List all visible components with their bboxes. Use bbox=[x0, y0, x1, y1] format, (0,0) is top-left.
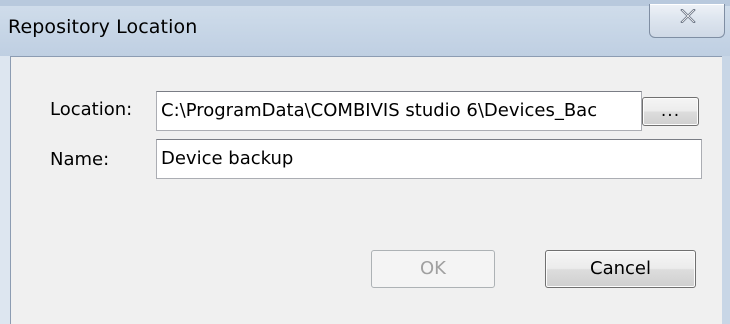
window-title: Repository Location bbox=[8, 16, 198, 38]
browse-button[interactable]: ... bbox=[642, 97, 699, 126]
location-field[interactable]: C:\ProgramData\COMBIVIS studio 6\Devices… bbox=[156, 91, 642, 131]
ok-button[interactable]: OK bbox=[371, 250, 495, 288]
cancel-button[interactable]: Cancel bbox=[545, 250, 696, 288]
close-button[interactable] bbox=[649, 4, 725, 38]
dialog-body: Location: C:\ProgramData\COMBIVIS studio… bbox=[10, 56, 730, 324]
dialog-window: Repository Location Location: C:\Program… bbox=[0, 0, 730, 324]
close-icon bbox=[680, 9, 696, 23]
name-label: Name: bbox=[50, 149, 110, 170]
name-field[interactable]: Device backup bbox=[156, 139, 702, 179]
window-frame-right bbox=[722, 56, 730, 324]
title-bar[interactable]: Repository Location bbox=[0, 0, 730, 56]
location-label: Location: bbox=[50, 99, 133, 120]
